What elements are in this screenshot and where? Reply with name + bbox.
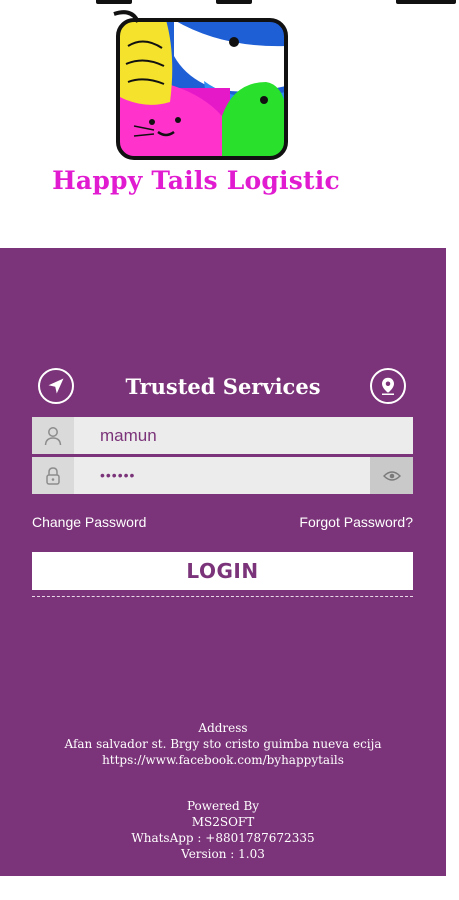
login-underline [32,596,413,597]
login-panel: Trusted Services mamun •••••• Change Pas… [0,248,446,876]
happy-tails-logo [113,10,288,160]
login-button[interactable]: LOGIN [32,552,413,590]
lock-icon [32,457,74,494]
header: Happy Tails Logistic [0,0,459,248]
password-input[interactable]: •••••• [100,457,135,494]
version-label: Version : 1.03 [181,847,265,861]
company-name: MS2SOFT [191,815,255,829]
username-input[interactable]: mamun [100,417,157,454]
change-password-link[interactable]: Change Password [32,514,146,530]
location-pin-icon [370,368,406,404]
whatsapp-contact[interactable]: WhatsApp : +8801787672335 [0,831,446,846]
forgot-password-link[interactable]: Forgot Password? [299,514,413,530]
eye-icon[interactable] [370,457,413,494]
username-field[interactable]: mamun [32,417,413,454]
address-line: Afan salvador st. Brgy sto cristo guimba… [64,737,382,751]
address-heading: Address [198,721,248,735]
brand-title: Happy Tails Logistic [52,166,340,195]
hero-row: Trusted Services [0,366,446,408]
facebook-link[interactable]: https://www.facebook.com/byhappytails [0,753,446,768]
powered-by-label: Powered By [186,799,260,813]
user-icon [32,417,74,454]
password-field[interactable]: •••••• [32,457,413,494]
